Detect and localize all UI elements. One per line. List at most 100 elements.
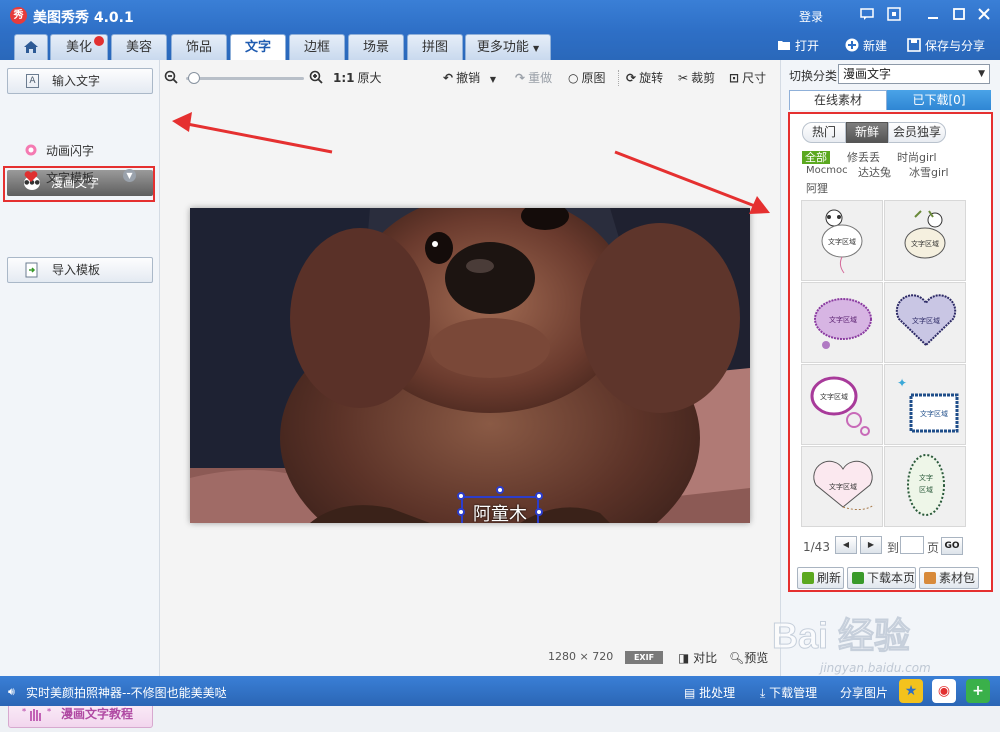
skin-icon[interactable] — [886, 6, 902, 22]
new-button[interactable]: 新建 — [845, 37, 887, 55]
compare-button[interactable]: ◨ 对比 — [678, 649, 717, 666]
hand-sparkle-icon: * * — [21, 705, 55, 723]
download-icon: ⤓ — [760, 686, 766, 700]
go-button[interactable]: GO — [941, 537, 963, 555]
share-image-button[interactable]: 分享图片 — [840, 684, 888, 701]
minimize-icon[interactable] — [925, 6, 941, 22]
download-page-button[interactable]: 下载本页 — [847, 567, 916, 589]
author-fashion-girl[interactable]: 时尚girl — [897, 149, 937, 165]
original-size-button[interactable]: 1:1 原大 — [333, 70, 382, 86]
tab-home[interactable] — [14, 34, 48, 60]
save-share-button[interactable]: 保存与分享 — [907, 37, 985, 55]
input-text-button[interactable]: A 输入文字 — [7, 68, 153, 94]
sticker-vertical-oval[interactable]: 文字 区域 — [884, 446, 966, 527]
page-label: 页 — [927, 541, 940, 555]
save-icon — [907, 38, 921, 52]
feedback-icon[interactable] — [859, 6, 875, 22]
chevron-down-icon: ▼ — [978, 69, 985, 79]
resize-handle-top-left[interactable] — [457, 492, 465, 500]
text-template-item[interactable]: 文字模板 ▼ — [24, 169, 136, 186]
status-message[interactable]: 实时美颜拍照神器--不修图也能美美哒 — [26, 684, 227, 701]
svg-text:✦: ✦ — [897, 376, 907, 390]
redo-icon: ↷ — [515, 71, 526, 85]
import-icon — [25, 262, 38, 278]
maximize-icon[interactable] — [951, 6, 967, 22]
tab-beauty[interactable]: 美容 — [111, 34, 167, 60]
rotate-handle[interactable] — [496, 486, 504, 494]
author-mocmoc[interactable]: Mocmoc — [806, 165, 848, 176]
batch-process-button[interactable]: ▤ 批处理 — [684, 684, 735, 701]
tab-collage[interactable]: 拼图 — [407, 34, 463, 60]
prev-page-button[interactable]: ◀ — [835, 536, 857, 554]
text-overlay-box[interactable]: 阿童木 — [457, 486, 543, 523]
tab-beautify[interactable]: 美化 — [50, 34, 108, 60]
exif-button[interactable]: EXIF — [625, 651, 663, 664]
filter-member-only[interactable]: 会员独享 — [888, 122, 946, 143]
sticker-ring-bubble[interactable]: 文字区域 — [801, 364, 883, 445]
expand-chevron-icon[interactable]: ▼ — [123, 169, 136, 182]
close-icon[interactable] — [976, 6, 992, 22]
resize-icon: ⊡ — [729, 71, 740, 85]
sticker-text: 文字区域 — [829, 315, 857, 324]
author-ice-girl[interactable]: 冰雪girl — [909, 164, 949, 180]
resize-handle-top-right[interactable] — [535, 492, 543, 500]
original-image-button[interactable]: ○ 原图 — [568, 70, 606, 86]
add-plus-icon[interactable]: + — [966, 679, 990, 703]
crop-button[interactable]: ✂ 裁剪 — [678, 70, 715, 86]
resize-handle-right[interactable] — [535, 508, 543, 516]
sticker-text: 文字区域 — [920, 409, 948, 418]
author-xiudiudiu[interactable]: 修丢丢 — [847, 149, 880, 165]
sticker-panda-bubble[interactable]: 文字区域 — [801, 200, 883, 281]
sticker-blue-frame[interactable]: ✦ 文字区域 — [884, 364, 966, 445]
resize-button[interactable]: ⊡ 尺寸 — [729, 70, 766, 86]
download-manager-button[interactable]: ⤓ 下载管理 — [760, 684, 817, 701]
next-page-button[interactable]: ▶ — [860, 536, 882, 554]
tab-downloaded[interactable]: 已下载[0] — [887, 90, 991, 110]
photo-canvas[interactable]: 阿童木 — [190, 208, 750, 523]
import-template-button[interactable]: 导入模板 — [7, 257, 153, 283]
preview-icon: 🔍︎ — [729, 651, 745, 665]
undo-dropdown-icon[interactable]: ▼ — [490, 75, 496, 84]
category-select[interactable]: 漫画文字 ▼ — [838, 64, 990, 84]
author-dadatu[interactable]: 达达兔 — [858, 164, 891, 180]
sticker-navy-heart[interactable]: 文字区域 — [884, 282, 966, 363]
tab-text[interactable]: 文字 — [230, 34, 286, 60]
refresh-button[interactable]: 刷新 — [797, 567, 844, 589]
sticker-text: 文字区域 — [829, 482, 857, 491]
sticker-text: 文字区域 — [912, 316, 940, 325]
login-link[interactable]: 登录 — [799, 8, 823, 25]
switch-category-label: 切换分类 — [789, 69, 838, 83]
zoom-in-icon[interactable] — [309, 70, 323, 86]
tab-more-features[interactable]: 更多功能 ▼ — [465, 34, 551, 60]
author-all[interactable]: 全部 — [802, 149, 830, 165]
tab-online-materials[interactable]: 在线素材 — [789, 90, 887, 110]
batch-icon: ▤ — [684, 686, 696, 700]
undo-button[interactable]: ↶ 撤销 ▼ — [443, 70, 496, 86]
zoom-slider-thumb[interactable] — [187, 72, 200, 84]
rotate-button[interactable]: ⟳ 旋转 — [626, 70, 663, 86]
zoom-out-icon[interactable] — [164, 70, 178, 86]
author-ali[interactable]: 阿狸 — [806, 180, 828, 196]
resize-handle-left[interactable] — [457, 508, 465, 516]
filter-new[interactable]: 新鲜 — [846, 122, 888, 143]
open-button[interactable]: 打开 — [777, 37, 819, 55]
zoom-slider[interactable] — [186, 77, 304, 80]
weibo-icon[interactable]: ◉ — [932, 679, 956, 703]
download-arrow-icon — [852, 572, 864, 584]
filter-hot[interactable]: 热门 — [802, 122, 846, 143]
svg-text:Bai 经验: Bai 经验 — [772, 615, 910, 656]
sticker-purple-cloud[interactable]: 文字区域 — [801, 282, 883, 363]
qzone-star-icon[interactable]: ★ — [899, 679, 923, 703]
preview-button[interactable]: 🔍︎预览 — [729, 649, 768, 666]
svg-text:*: * — [22, 707, 27, 716]
sticker-pink-heart[interactable]: 文字区域 — [801, 446, 883, 527]
tab-accessory[interactable]: 饰品 — [171, 34, 227, 60]
animated-text-item[interactable]: 动画闪字 — [24, 142, 94, 159]
page-number-input[interactable] — [900, 536, 924, 554]
material-pack-button[interactable]: 素材包 — [919, 567, 979, 589]
sticker-animal-bubble[interactable]: 文字区域 — [884, 200, 966, 281]
redo-button[interactable]: ↷ 重做 — [515, 70, 552, 86]
refresh-icon — [802, 572, 814, 584]
tab-scene[interactable]: 场景 — [348, 34, 404, 60]
tab-border[interactable]: 边框 — [289, 34, 345, 60]
